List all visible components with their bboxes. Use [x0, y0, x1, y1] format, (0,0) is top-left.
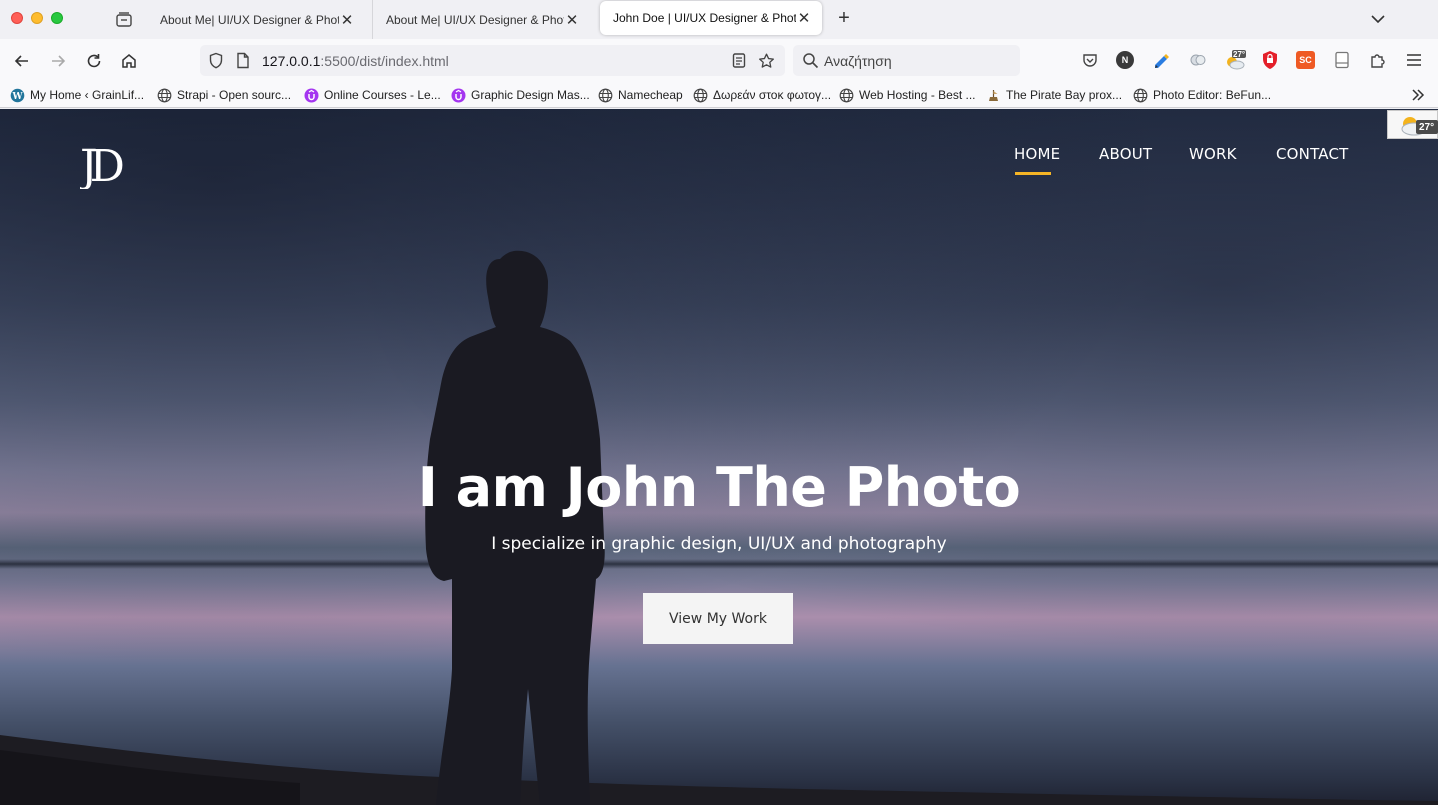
weather-temp-label: 27° — [1233, 50, 1246, 59]
home-icon[interactable] — [117, 49, 141, 73]
address-bar[interactable]: 127.0.0.1:5500/dist/index.html — [200, 45, 785, 76]
close-icon[interactable]: ✕ — [339, 11, 355, 29]
tab-about-me-1[interactable]: About Me| UI/UX Designer & Photog ✕ — [147, 0, 365, 39]
nav-contact-link[interactable]: CONTACT — [1276, 145, 1349, 163]
globe-icon — [157, 88, 172, 103]
globe-icon — [839, 88, 854, 103]
udemy-icon — [304, 88, 319, 103]
bookmark-label: Online Courses - Le... — [324, 88, 441, 102]
bookmark-star-icon[interactable] — [758, 52, 775, 69]
active-nav-underline — [1015, 172, 1051, 175]
globe-icon — [598, 88, 613, 103]
view-my-work-button[interactable]: View My Work — [643, 593, 793, 644]
bookmark-label: My Home ‹ GrainLif... — [30, 88, 145, 102]
close-icon[interactable]: ✕ — [796, 9, 812, 27]
bookmark-label: Δωρεάν στοκ φωτογ... — [713, 88, 832, 102]
close-window-button[interactable] — [11, 12, 23, 24]
extensions-puzzle-icon[interactable] — [1368, 50, 1388, 70]
bookmark-item[interactable]: Web Hosting - Best ... — [839, 86, 976, 104]
nav-work-link[interactable]: WORK — [1189, 145, 1237, 163]
tab-title: About Me| UI/UX Designer & Photog — [386, 12, 564, 27]
bookmarks-toolbar: W My Home ‹ GrainLif... Strapi - Open so… — [0, 82, 1438, 108]
adblock-shield-icon[interactable] — [1260, 50, 1280, 70]
new-tab-button[interactable]: + — [833, 7, 855, 31]
url-path: :5500/dist/index.html — [320, 53, 449, 69]
maximize-window-button[interactable] — [51, 12, 63, 24]
list-all-tabs-icon[interactable] — [1368, 9, 1388, 29]
bookmark-label: Namecheap — [618, 88, 683, 102]
hamburger-menu-icon[interactable] — [1404, 50, 1424, 70]
back-arrow-icon[interactable] — [10, 49, 34, 73]
shield-icon[interactable] — [207, 52, 224, 69]
logo-text: JD — [80, 141, 123, 189]
sc-extension-icon[interactable]: SC — [1296, 51, 1315, 69]
search-bar[interactable]: Αναζήτηση — [793, 45, 1020, 76]
svg-text:W: W — [11, 92, 23, 102]
hero-subtitle: I specialize in graphic design, UI/UX an… — [491, 534, 947, 554]
sheet-extension-icon[interactable] — [1332, 50, 1352, 70]
hero-title: I am John The Photo — [417, 456, 1021, 519]
ext-n-label: N — [1121, 55, 1129, 65]
forward-arrow-icon[interactable] — [46, 49, 70, 73]
nav-about-link[interactable]: ABOUT — [1099, 145, 1152, 163]
nav-home-link[interactable]: HOME — [1014, 145, 1060, 163]
bookmark-item[interactable]: Namecheap — [598, 86, 683, 104]
pocket-icon[interactable] — [1080, 50, 1100, 70]
chevron-double-right-icon[interactable] — [1409, 86, 1427, 104]
minimize-window-button[interactable] — [31, 12, 43, 24]
globe-icon — [693, 88, 708, 103]
close-icon[interactable]: ✕ — [564, 11, 580, 29]
bookmark-item[interactable]: Graphic Design Mas... — [451, 86, 590, 104]
search-placeholder: Αναζήτηση — [824, 53, 892, 69]
search-icon — [802, 52, 819, 69]
reload-icon[interactable] — [82, 49, 106, 73]
tab-title: John Doe | UI/UX Designer & Photo — [613, 11, 796, 25]
pencil-extension-icon[interactable] — [1152, 50, 1172, 70]
notion-n-icon[interactable]: N — [1116, 51, 1134, 69]
bookmark-label: Web Hosting - Best ... — [859, 88, 976, 102]
weather-widget-temp: 27° — [1419, 122, 1435, 133]
blob-extension-icon[interactable] — [1188, 50, 1208, 70]
url-text[interactable]: 127.0.0.1:5500/dist/index.html — [262, 53, 449, 69]
tab-groups-icon[interactable] — [113, 8, 135, 30]
udemy-icon — [451, 88, 466, 103]
reader-view-icon[interactable] — [730, 52, 747, 69]
bookmark-item[interactable]: Online Courses - Le... — [304, 86, 441, 104]
tab-title: About Me| UI/UX Designer & Photog — [160, 12, 339, 27]
wordpress-icon: W — [10, 88, 25, 103]
bookmark-item[interactable]: W My Home ‹ GrainLif... — [10, 86, 144, 104]
ext-sc-label: SC — [1299, 55, 1312, 65]
bookmark-item[interactable]: The Pirate Bay prox... — [986, 86, 1122, 104]
bookmark-item[interactable]: Photo Editor: BeFun... — [1133, 86, 1271, 104]
pirate-icon — [986, 88, 1001, 103]
url-host: 127.0.0.1 — [262, 53, 321, 69]
weather-widget[interactable]: 27° — [1387, 110, 1438, 139]
tab-about-me-2[interactable]: About Me| UI/UX Designer & Photog ✕ — [372, 0, 590, 39]
page-icon[interactable] — [234, 52, 251, 69]
tab-john-doe[interactable]: John Doe | UI/UX Designer & Photo ✕ — [600, 1, 822, 35]
weather-extension-icon[interactable]: 27° — [1224, 50, 1246, 70]
jd-logo[interactable]: JD — [80, 139, 150, 189]
tab-bar: About Me| UI/UX Designer & Photog ✕ Abou… — [0, 0, 1438, 39]
bookmark-label: Graphic Design Mas... — [471, 88, 590, 102]
navigation-toolbar: 127.0.0.1:5500/dist/index.html Αναζήτηση… — [0, 39, 1438, 82]
bookmark-label: The Pirate Bay prox... — [1006, 88, 1123, 102]
globe-icon — [1133, 88, 1148, 103]
bookmark-item[interactable]: Strapi - Open sourc... — [157, 86, 291, 104]
bookmark-item[interactable]: Δωρεάν στοκ φωτογ... — [693, 86, 831, 104]
bookmark-label: Photo Editor: BeFun... — [1153, 88, 1272, 102]
hero-section: JD HOME ABOUT WORK CONTACT I am John The… — [0, 109, 1438, 805]
bookmark-label: Strapi - Open sourc... — [177, 88, 292, 102]
